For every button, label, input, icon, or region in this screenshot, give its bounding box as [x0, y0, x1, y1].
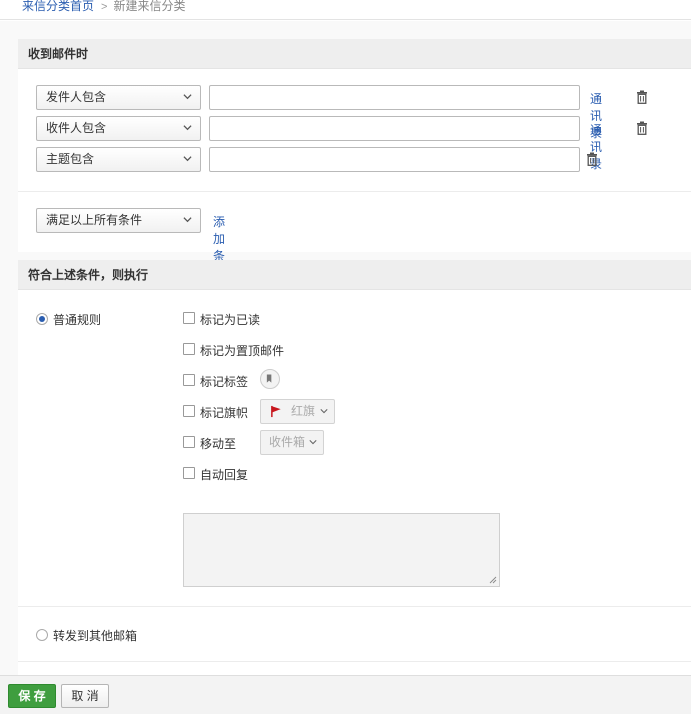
chevron-down-icon	[309, 440, 317, 445]
condition-field-select[interactable]: 收件人包含	[36, 116, 201, 141]
conditions-header: 收到邮件时	[18, 39, 691, 69]
condition-value-input[interactable]	[209, 147, 580, 172]
checkbox[interactable]	[183, 312, 195, 324]
divider	[18, 191, 691, 192]
resize-grip-icon[interactable]	[489, 576, 497, 584]
match-mode-label: 满足以上所有条件	[46, 213, 143, 227]
actions-header: 符合上述条件，则执行	[18, 260, 691, 290]
flag-icon	[271, 405, 281, 418]
condition-field-label: 主题包含	[46, 152, 95, 166]
divider	[18, 606, 691, 607]
condition-field-label: 发件人包含	[46, 90, 107, 104]
condition-value-input[interactable]	[209, 85, 580, 110]
condition-field-select[interactable]: 主题包含	[36, 147, 201, 172]
option-label: 自动回复	[200, 468, 249, 482]
checkbox[interactable]	[183, 374, 195, 386]
breadcrumb-current: 新建来信分类	[113, 0, 186, 13]
divider	[18, 661, 691, 662]
checkbox[interactable]	[183, 405, 195, 417]
match-mode-select[interactable]: 满足以上所有条件	[36, 208, 201, 233]
trash-icon[interactable]	[636, 90, 648, 104]
forward-radio[interactable]	[36, 629, 48, 641]
checkbox[interactable]	[183, 467, 195, 479]
breadcrumb-home-link[interactable]: 来信分类首页	[22, 0, 94, 13]
auto-reply-textarea[interactable]	[183, 513, 500, 587]
option-label: 移动至	[200, 437, 237, 451]
forward-label: 转发到其他邮箱	[53, 629, 138, 643]
chevron-down-icon	[183, 94, 192, 100]
option-label: 标记标签	[200, 375, 249, 389]
normal-rule-label: 普通规则	[53, 313, 102, 327]
save-button[interactable]: 保 存	[8, 684, 56, 708]
condition-value-input[interactable]	[209, 116, 580, 141]
cancel-button[interactable]: 取 消	[61, 684, 109, 708]
option-label: 标记为已读	[200, 313, 261, 327]
chevron-down-icon	[183, 156, 192, 162]
actions-panel: 符合上述条件，则执行 普通规则 标记为已读 标记为置顶邮件 标记标签 标记旗帜 …	[18, 260, 691, 697]
condition-field-select[interactable]: 发件人包含	[36, 85, 201, 110]
footer-bar: 保 存 取 消	[0, 675, 691, 714]
normal-rule-radio[interactable]	[36, 313, 48, 325]
option-label: 标记为置顶邮件	[200, 344, 285, 358]
breadcrumb-separator: >	[101, 1, 108, 13]
folder-select[interactable]: 收件箱	[260, 430, 324, 455]
breadcrumb: 来信分类首页 > 新建来信分类	[0, 0, 691, 20]
content-area: 收到邮件时 发件人包含 通讯录 收件人包含 通讯录 主题包含 满足以上所有条件 …	[0, 21, 691, 697]
chevron-down-icon	[320, 409, 328, 414]
trash-icon[interactable]	[636, 121, 648, 135]
bookmark-icon	[266, 374, 272, 383]
checkbox[interactable]	[183, 343, 195, 355]
trash-icon[interactable]	[586, 152, 598, 166]
option-label: 标记旗帜	[200, 406, 249, 420]
condition-field-label: 收件人包含	[46, 121, 107, 135]
checkbox[interactable]	[183, 436, 195, 448]
conditions-panel: 收到邮件时 发件人包含 通讯录 收件人包含 通讯录 主题包含 满足以上所有条件 …	[18, 39, 691, 280]
folder-select-label: 收件箱	[269, 435, 306, 449]
flag-select[interactable]: 红旗	[260, 399, 335, 424]
chevron-down-icon	[183, 125, 192, 131]
tag-picker-button[interactable]	[260, 369, 280, 389]
flag-select-label: 红旗	[291, 404, 316, 418]
chevron-down-icon	[183, 217, 192, 223]
